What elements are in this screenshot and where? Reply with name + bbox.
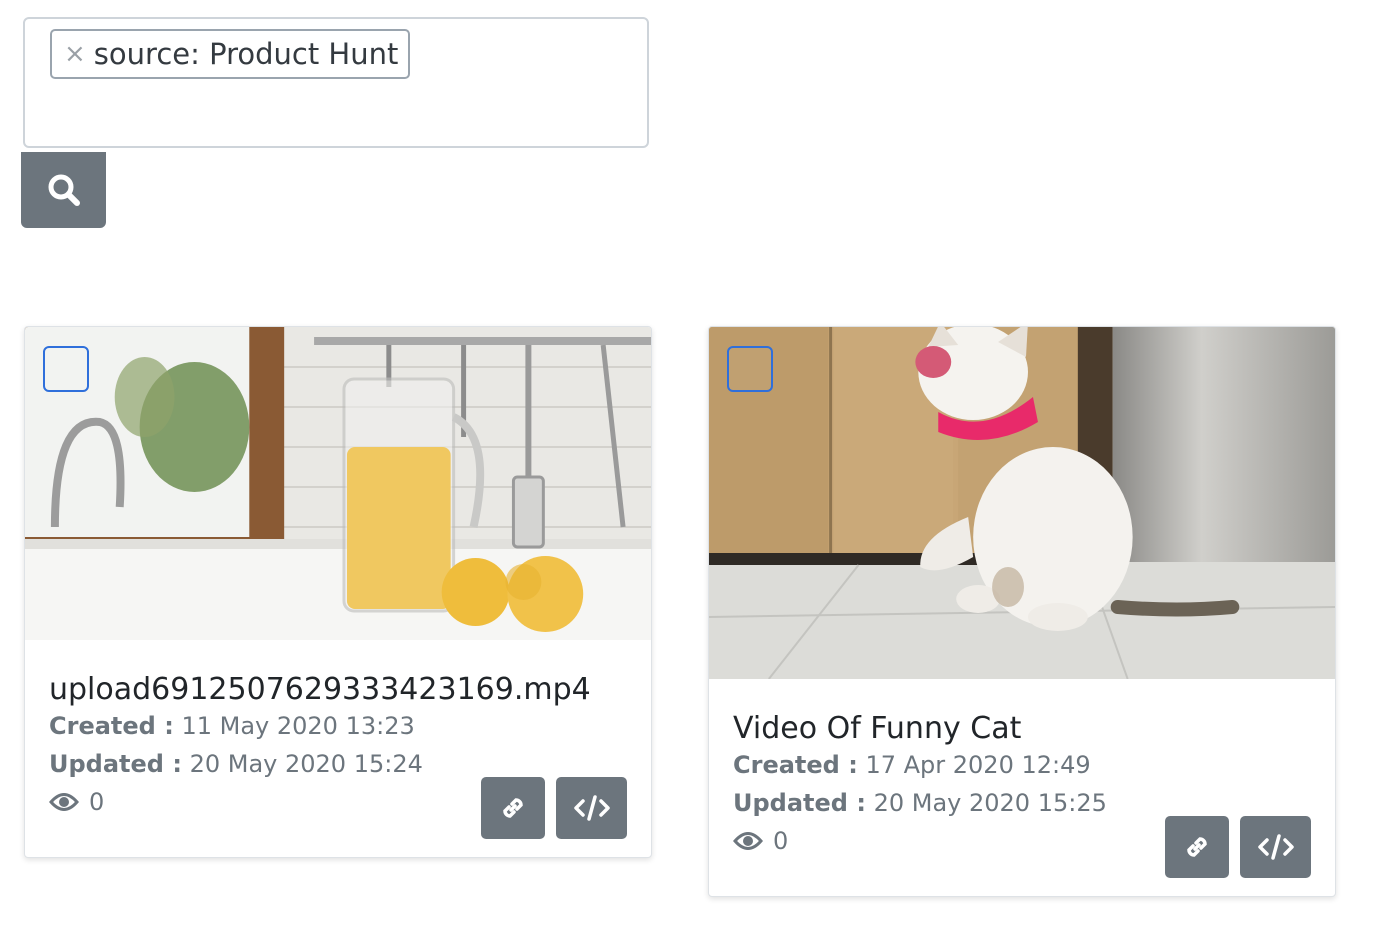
updated-value: 20 May 2020 15:25 (873, 789, 1107, 817)
code-icon (573, 795, 610, 821)
select-checkbox[interactable] (727, 346, 773, 392)
views-count: 0 (89, 788, 105, 816)
video-card[interactable]: Video Of Funny Cat Created : 17 Apr 2020… (708, 326, 1336, 897)
embed-code-button[interactable] (1240, 816, 1311, 878)
created-label: Created : (49, 712, 174, 740)
link-icon (503, 798, 523, 818)
video-thumbnail[interactable] (709, 327, 1335, 679)
video-thumbnail[interactable] (25, 327, 651, 640)
link-icon (1187, 837, 1207, 857)
updated-value: 20 May 2020 15:24 (189, 750, 423, 778)
updated-label: Updated : (49, 750, 182, 778)
created-value: 11 May 2020 13:23 (181, 712, 415, 740)
video-title[interactable]: Video Of Funny Cat (733, 711, 1311, 746)
copy-link-button[interactable] (1165, 816, 1229, 878)
filter-tag: × source: Product Hunt (50, 29, 411, 79)
search-icon (48, 174, 80, 206)
search-button[interactable] (21, 152, 106, 228)
created-row: Created : 17 Apr 2020 12:49 (733, 746, 1311, 784)
code-icon (1257, 834, 1294, 860)
embed-code-button[interactable] (556, 777, 627, 839)
created-label: Created : (733, 751, 858, 779)
eye-icon (49, 791, 79, 813)
updated-label: Updated : (733, 789, 866, 817)
filter-tag-label: source: Product Hunt (93, 37, 399, 71)
views-count: 0 (773, 827, 789, 855)
created-row: Created : 11 May 2020 13:23 (49, 707, 627, 745)
funny-cat-image (709, 327, 1335, 679)
page: × source: Product Hunt upload69125076293… (0, 0, 1374, 930)
card-body: Video Of Funny Cat Created : 17 Apr 2020… (709, 711, 1335, 878)
video-card[interactable]: upload6912507629333423169.mp4 Created : … (24, 326, 652, 858)
eye-icon (733, 830, 763, 852)
card-actions (481, 777, 627, 839)
created-value: 17 Apr 2020 12:49 (865, 751, 1091, 779)
card-body: upload6912507629333423169.mp4 Created : … (25, 672, 651, 839)
tag-remove-icon[interactable]: × (64, 41, 86, 67)
copy-link-button[interactable] (481, 777, 545, 839)
search-tag-input[interactable]: × source: Product Hunt (23, 17, 649, 148)
kitchen-juice-pitcher-image (25, 327, 651, 640)
video-title[interactable]: upload6912507629333423169.mp4 (49, 672, 627, 707)
card-actions (1165, 816, 1311, 878)
select-checkbox[interactable] (43, 346, 89, 392)
